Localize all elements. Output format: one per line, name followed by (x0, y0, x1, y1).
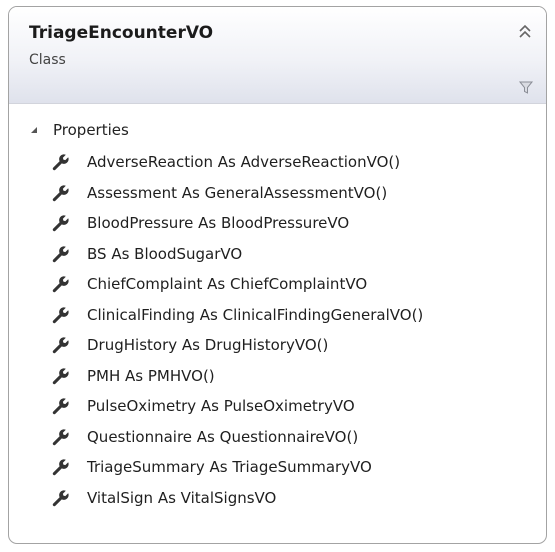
property-label: ChiefComplaint As ChiefComplaintVO (87, 275, 368, 294)
property-item[interactable]: PMH As PMHVO() (51, 361, 423, 392)
properties-list: AdverseReaction As AdverseReactionVO() As… (51, 147, 423, 513)
property-item[interactable]: DrugHistory As DrugHistoryVO() (51, 330, 423, 361)
properties-section-header[interactable]: Properties (29, 119, 129, 141)
class-name: TriageEncounterVO (29, 23, 214, 43)
property-label: PulseOximetry As PulseOximetryVO (87, 397, 355, 416)
property-item[interactable]: VitalSign As VitalSignsVO (51, 483, 423, 514)
class-header: TriageEncounterVO Class (9, 7, 546, 104)
property-label: ClinicalFinding As ClinicalFindingGenera… (87, 305, 424, 324)
expanded-triangle-icon[interactable] (29, 125, 39, 135)
property-label: DrugHistory As DrugHistoryVO() (87, 336, 329, 355)
double-chevron-up-icon[interactable] (516, 21, 534, 43)
wrench-icon (52, 459, 69, 476)
property-label: AdverseReaction As AdverseReactionVO() (87, 153, 401, 172)
property-item[interactable]: AdverseReaction As AdverseReactionVO() (51, 147, 423, 178)
wrench-icon (52, 215, 69, 232)
property-item[interactable]: PulseOximetry As PulseOximetryVO (51, 391, 423, 422)
property-item[interactable]: ClinicalFinding As ClinicalFindingGenera… (51, 300, 423, 331)
wrench-icon (52, 429, 69, 445)
property-item[interactable]: Assessment As GeneralAssessmentVO() (51, 178, 423, 209)
properties-section-label: Properties (53, 121, 129, 139)
property-label: Assessment As GeneralAssessmentVO() (87, 183, 388, 202)
class-shape[interactable]: TriageEncounterVO Class Properties Adver… (8, 6, 547, 544)
property-label: Questionnaire As QuestionnaireVO() (87, 427, 359, 446)
wrench-icon (52, 154, 69, 171)
wrench-icon (52, 337, 69, 354)
wrench-icon (52, 307, 69, 323)
wrench-icon (52, 276, 69, 293)
property-item[interactable]: Questionnaire As QuestionnaireVO() (51, 422, 423, 453)
wrench-icon (52, 368, 69, 384)
property-label: TriageSummary As TriageSummaryVO (87, 458, 372, 477)
property-item[interactable]: ChiefComplaint As ChiefComplaintVO (51, 269, 423, 300)
funnel-icon[interactable] (518, 79, 534, 95)
property-item[interactable]: BloodPressure As BloodPressureVO (51, 208, 423, 239)
class-kind: Class (29, 52, 66, 68)
wrench-icon (52, 398, 69, 415)
wrench-icon (52, 246, 69, 262)
wrench-icon (52, 490, 69, 506)
property-label: BS As BloodSugarVO (87, 244, 243, 263)
property-item[interactable]: BS As BloodSugarVO (51, 239, 423, 270)
property-label: PMH As PMHVO() (87, 366, 215, 385)
wrench-icon (52, 185, 69, 201)
property-label: BloodPressure As BloodPressureVO (87, 214, 350, 233)
property-label: VitalSign As VitalSignsVO (87, 488, 277, 507)
property-item[interactable]: TriageSummary As TriageSummaryVO (51, 452, 423, 483)
